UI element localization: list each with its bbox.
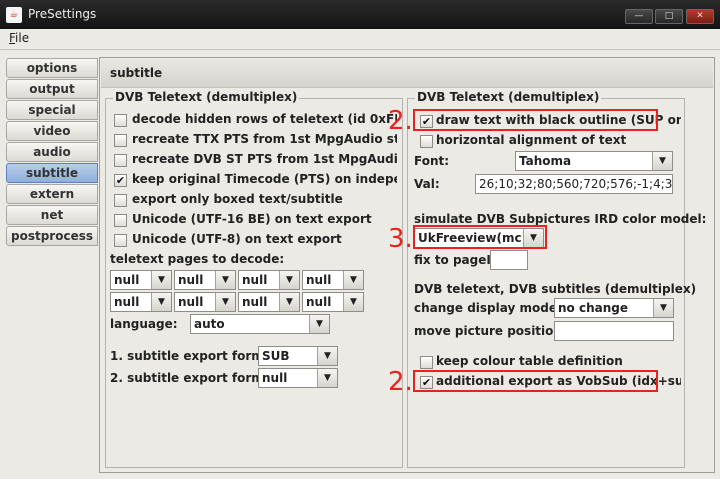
chevron-down-icon[interactable]: ▼ <box>317 347 337 365</box>
checkbox-keep-colour-table[interactable] <box>420 356 433 369</box>
java-cup-icon: ☕ <box>6 7 22 23</box>
font-select[interactable]: Tahoma ▼ <box>515 151 673 171</box>
tab-special[interactable]: special <box>6 100 98 120</box>
label-unicode-utf8: Unicode (UTF-8) on text export <box>132 232 342 246</box>
highlight-ird-model <box>413 225 547 249</box>
selected-value: null <box>114 273 140 287</box>
checkbox-unicode-utf8[interactable] <box>114 234 127 247</box>
chevron-down-icon[interactable]: ▼ <box>343 293 363 311</box>
menu-bar: File <box>0 29 720 50</box>
ird-color-model-label: simulate DVB Subpictures IRD color model… <box>414 212 707 226</box>
annotation-number-2: 3. <box>388 224 413 254</box>
fix-page-id-input[interactable] <box>490 250 528 270</box>
tab-subtitle[interactable]: subtitle <box>6 163 98 183</box>
tab-output[interactable]: output <box>6 79 98 99</box>
tab-net[interactable]: net <box>6 205 98 225</box>
checkbox-keep-original-timecode[interactable]: ✔ <box>114 174 127 187</box>
teletext-page-select-4[interactable]: null ▼ <box>302 270 364 290</box>
selected-value: SUB <box>262 349 290 363</box>
teletext-page-select-6[interactable]: null ▼ <box>174 292 236 312</box>
val-label: Val: <box>414 177 440 191</box>
chevron-down-icon[interactable]: ▼ <box>279 271 299 289</box>
menu-file[interactable]: File <box>9 31 29 45</box>
window-title: PreSettings <box>28 7 97 21</box>
teletext-page-select-1[interactable]: null ▼ <box>110 270 172 290</box>
chevron-down-icon[interactable]: ▼ <box>317 369 337 387</box>
maximize-button[interactable]: □ <box>655 9 683 24</box>
teletext-pages-label: teletext pages to decode: <box>110 252 285 266</box>
chevron-down-icon[interactable]: ▼ <box>279 293 299 311</box>
chevron-down-icon[interactable]: ▼ <box>215 271 235 289</box>
annotation-number-1: 2. <box>388 106 413 136</box>
tab-options[interactable]: options <box>6 58 98 78</box>
selected-value: null <box>242 295 268 309</box>
tab-extern[interactable]: extern <box>6 184 98 204</box>
teletext-page-select-5[interactable]: null ▼ <box>110 292 172 312</box>
title-bar[interactable]: ☕ PreSettings — □ ✕ <box>0 0 720 29</box>
highlight-draw-outline <box>413 109 658 131</box>
label-export-boxed-text: export only boxed text/subtitle <box>132 192 343 206</box>
selected-value: null <box>114 295 140 309</box>
checkbox-recreate-ttx-pts[interactable] <box>114 134 127 147</box>
tab-audio[interactable]: audio <box>6 142 98 162</box>
move-picture-label: move picture position: <box>414 324 567 338</box>
checkbox-unicode-utf16[interactable] <box>114 214 127 227</box>
teletext-page-select-3[interactable]: null ▼ <box>238 270 300 290</box>
teletext-page-select-2[interactable]: null ▼ <box>174 270 236 290</box>
export-format-1-select[interactable]: SUB ▼ <box>258 346 338 366</box>
display-mode-label: change display mode: <box>414 301 562 315</box>
selected-value: no change <box>558 301 628 315</box>
dvb-teletext-right-group: DVB Teletext (demultiplex) ✔ draw text w… <box>407 90 706 468</box>
selected-value: null <box>306 295 332 309</box>
chevron-down-icon[interactable]: ▼ <box>653 299 673 317</box>
label-decode-hidden-rows: decode hidden rows of teletext (id 0xFF,… <box>132 112 397 126</box>
checkbox-export-boxed-text[interactable] <box>114 194 127 207</box>
panel-header: subtitle <box>101 59 713 88</box>
label-recreate-ttx-pts: recreate TTX PTS from 1st MpgAudio st... <box>132 132 397 146</box>
checkbox-horizontal-alignment[interactable] <box>420 135 433 148</box>
label-keep-colour-table: keep colour table definition <box>436 354 623 368</box>
font-label: Font: <box>414 154 450 168</box>
selected-value: auto <box>194 317 225 331</box>
group-title: DVB Teletext (demultiplex) <box>415 90 602 104</box>
chevron-down-icon[interactable]: ▼ <box>151 271 171 289</box>
checkbox-recreate-dvb-st-pts[interactable] <box>114 154 127 167</box>
teletext-page-select-7[interactable]: null ▼ <box>238 292 300 312</box>
display-mode-select[interactable]: no change ▼ <box>554 298 674 318</box>
teletext-page-select-8[interactable]: null ▼ <box>302 292 364 312</box>
chevron-down-icon[interactable]: ▼ <box>309 315 329 333</box>
selected-value: Tahoma <box>519 154 572 168</box>
tab-video[interactable]: video <box>6 121 98 141</box>
selected-value: null <box>242 273 268 287</box>
close-button[interactable]: ✕ <box>686 9 714 24</box>
chevron-down-icon[interactable]: ▼ <box>652 152 672 170</box>
selected-value: null <box>178 273 204 287</box>
dvb-teletext-left-group: DVB Teletext (demultiplex) decode hidden… <box>105 90 403 468</box>
label-horizontal-alignment: horizontal alignment of text <box>436 133 627 147</box>
chevron-down-icon[interactable]: ▼ <box>151 293 171 311</box>
minimize-button[interactable]: — <box>625 9 653 24</box>
group-title: DVB Teletext (demultiplex) <box>113 90 300 104</box>
highlight-vobsub <box>413 370 658 392</box>
annotation-number-3: 2. <box>388 367 413 397</box>
chevron-down-icon[interactable]: ▼ <box>343 271 363 289</box>
dvb-subtitles-group-title: DVB teletext, DVB subtitles (demultiplex… <box>414 282 697 296</box>
presettings-window: ☕ PreSettings — □ ✕ File options output … <box>0 0 720 479</box>
label-keep-original-timecode: keep original Timecode (PTS) on indepe..… <box>132 172 397 186</box>
export-format-2-select[interactable]: null ▼ <box>258 368 338 388</box>
selected-value: null <box>262 371 288 385</box>
selected-value: null <box>306 273 332 287</box>
tab-postprocess[interactable]: postprocess <box>6 226 98 246</box>
label-unicode-utf16: Unicode (UTF-16 BE) on text export <box>132 212 372 226</box>
move-picture-input[interactable] <box>554 321 674 341</box>
language-select[interactable]: auto ▼ <box>190 314 330 334</box>
chevron-down-icon[interactable]: ▼ <box>215 293 235 311</box>
checkbox-decode-hidden-rows[interactable] <box>114 114 127 127</box>
val-input[interactable]: 26;10;32;80;560;720;576;-1;4;3;1 <box>475 174 673 194</box>
selected-value: null <box>178 295 204 309</box>
label-recreate-dvb-st-pts: recreate DVB ST PTS from 1st MpgAudi... <box>132 152 397 166</box>
language-label: language: <box>110 317 178 331</box>
